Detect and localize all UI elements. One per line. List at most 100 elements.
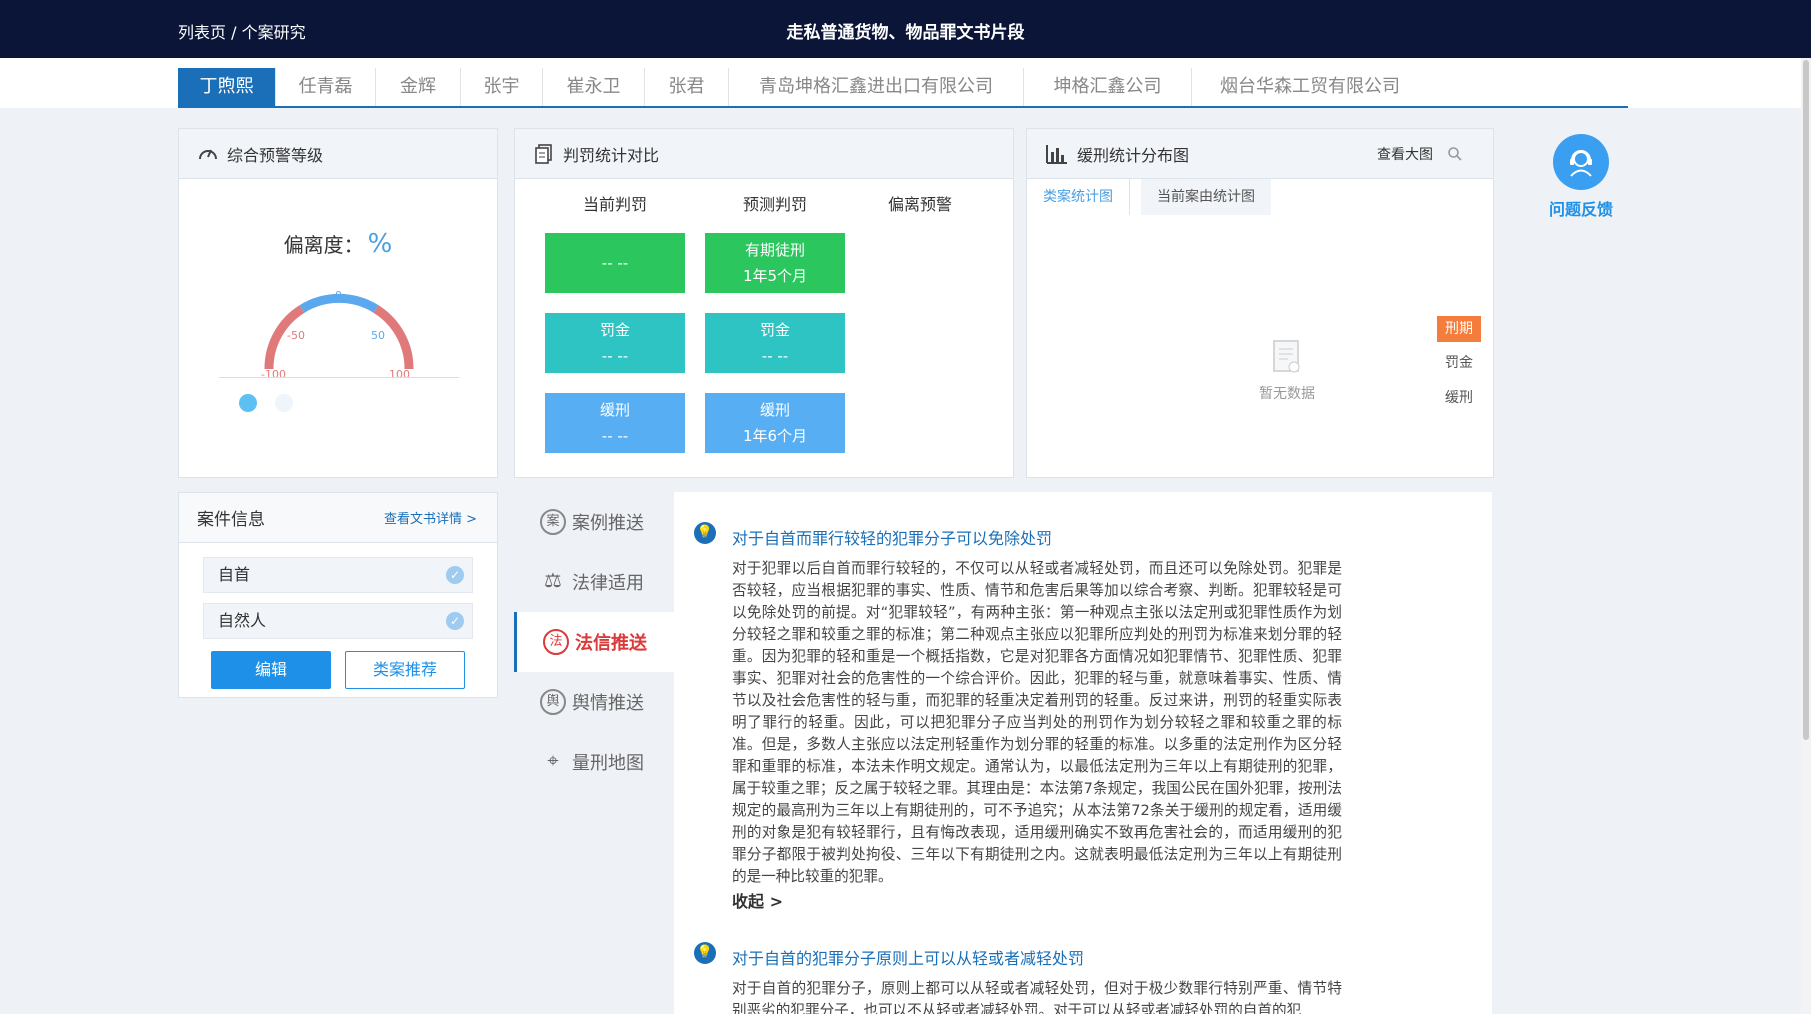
case-icon: 案 [540,509,566,535]
gauge-tick-label: 0 [335,289,342,302]
edit-button[interactable]: 编辑 [211,651,331,689]
document-stack-icon [535,143,552,164]
speedometer-icon [199,149,217,159]
similar-case-recommend-button[interactable]: 类案推荐 [345,651,465,689]
article-body: 对于犯罪以后自首而罪行较轻的，不仅可以从轻或者减轻处罚，而且还可以免除处罚。犯罪… [732,560,1342,885]
nav-sentencing-map[interactable]: ⌖ 量刑地图 [514,732,674,792]
gauge-divider [219,377,459,378]
distribution-panel: 缓刑统计分布图 查看大图 类案统计图 当前案由统计图 暂无数据 刑期 罚金 缓刑 [1026,128,1494,478]
distribution-panel-title: 缓刑统计分布图 [1077,145,1190,165]
empty-document-icon [1273,340,1300,373]
party-tabs: 丁煦熙 任青磊 金辉 张宇 崔永卫 张君 青岛坤格汇鑫进出口有限公司 坤格汇鑫公… [178,68,1628,108]
lightbulb-icon: 💡 [694,522,716,544]
map-pin-icon: ⌖ [547,748,559,772]
nav-faxin-push[interactable]: 法法信推送 [514,612,674,672]
warning-panel-title: 综合预警等级 [227,145,324,165]
predicted-probation-label: 缓刑 [759,401,790,419]
nav-label: 法信推送 [575,633,647,654]
nav-case-push[interactable]: 案案例推送 [514,492,674,552]
predicted-prison-box: 有期徒刑 1年5个月 [705,233,845,293]
tab-similar-case-chart[interactable]: 类案统计图 [1027,179,1130,215]
distribution-panel-header: 缓刑统计分布图 查看大图 [1027,129,1493,179]
predicted-fine-box: 罚金 -- -- [705,313,845,373]
tab-party-1[interactable]: 丁煦熙 [178,68,276,106]
nav-label: 法律适用 [572,573,644,594]
party-tabs-strip: 丁煦熙 任青磊 金辉 张宇 崔永卫 张君 青岛坤格汇鑫进出口有限公司 坤格汇鑫公… [0,58,1811,108]
current-fine-label: 罚金 [599,321,630,339]
tab-party-6[interactable]: 张君 [645,68,729,106]
view-large-link[interactable]: 查看大图 [1377,144,1433,164]
case-tag-item[interactable]: 自首 ✓ [203,557,473,593]
feedback-label[interactable]: 问题反馈 [1548,196,1614,220]
article-title[interactable]: 对于自首而罪行较轻的犯罪分子可以免除处罚 [732,525,1052,549]
carousel-dot[interactable] [275,394,293,412]
tab-party-2[interactable]: 任青磊 [276,68,376,106]
predicted-probation-value: 1年6个月 [742,427,808,445]
view-document-link[interactable]: 查看文书详情 > [384,508,477,527]
warning-panel-header: 综合预警等级 [179,129,497,179]
column-current-header: 当前判罚 [582,195,647,214]
article-body: 对于自首的犯罪分子，原则上都可以从轻或者减轻处罚，但对于极少数罪行特别严重、情节… [732,980,1342,1014]
compare-panel-header: 判罚统计对比 [515,129,1013,179]
predicted-fine-label: 罚金 [759,321,790,339]
lightbulb-icon: 💡 [694,942,716,964]
deviation-readout: 偏离度：% [179,229,497,259]
nav-public-opinion[interactable]: 舆舆情推送 [514,672,674,732]
push-side-nav: 案案例推送 ⚖ 法律适用 法法信推送 舆舆情推送 ⌖ 量刑地图 [514,492,674,1014]
deviation-value: % [367,229,393,259]
legend-probation[interactable]: 缓刑 [1437,385,1481,411]
predicted-fine-value: -- -- [761,347,789,365]
tab-party-3[interactable]: 金辉 [376,68,461,106]
customer-service-icon[interactable] [1553,134,1609,190]
check-icon: ✓ [446,612,464,630]
current-prison-box: -- -- [545,233,685,293]
case-tag-label: 自首 [218,565,251,584]
tab-party-5[interactable]: 崔永卫 [543,68,645,106]
tab-party-8[interactable]: 坤格汇鑫公司 [1024,68,1192,106]
top-bar: 列表页 / 个案研究 走私普通货物、物品罪文书片段 [0,0,1811,58]
predicted-prison-value: 1年5个月 [742,267,808,285]
case-info-panel: 案件信息 查看文书详情 > 自首 ✓ 自然人 ✓ 编辑 类案推荐 [178,492,498,698]
deviation-gauge: -100 -50 0 50 100 [261,289,414,379]
collapse-link[interactable]: 收起 > [732,888,783,912]
current-fine-box: 罚金 -- -- [545,313,685,373]
case-info-title: 案件信息 [197,510,265,530]
column-predicted-header: 预测判罚 [742,195,807,214]
law-icon: 法 [543,629,569,655]
tab-party-4[interactable]: 张宇 [461,68,543,106]
case-tag-item[interactable]: 自然人 ✓ [203,603,473,639]
current-fine-value: -- -- [601,347,629,365]
carousel-dot-active[interactable] [239,394,257,412]
check-icon: ✓ [446,566,464,584]
bar-chart-icon [1046,144,1067,164]
search-icon[interactable] [1447,146,1463,162]
tab-party-7[interactable]: 青岛坤格汇鑫进出口有限公司 [729,68,1024,106]
gauge-tick-label: -50 [287,329,305,342]
legend-fine[interactable]: 罚金 [1437,350,1481,376]
current-probation-value: -- -- [601,427,629,445]
article-title[interactable]: 对于自首的犯罪分子原则上可以从轻或者减轻处罚 [732,945,1084,969]
tab-party-9[interactable]: 烟台华森工贸有限公司 [1192,68,1428,106]
current-probation-box: 缓刑 -- -- [545,393,685,453]
case-info-header: 案件信息 查看文书详情 > [179,493,497,543]
gauge-tick-label: 50 [371,329,385,342]
warning-panel: 综合预警等级 偏离度：% -100 -50 0 50 100 [178,128,498,478]
nav-label: 量刑地图 [572,753,644,774]
compare-panel: 判罚统计对比 当前判罚 预测判罚 偏离预警 -- -- 有期徒刑 1年5个月 罚金… [514,128,1014,478]
nav-label: 舆情推送 [572,693,644,714]
opinion-icon: 舆 [540,689,566,715]
predicted-probation-box: 缓刑 1年6个月 [705,393,845,453]
tab-current-cause-chart[interactable]: 当前案由统计图 [1141,179,1271,215]
legend-prison[interactable]: 刑期 [1437,316,1481,342]
predicted-prison-label: 有期徒刑 [744,241,805,259]
case-tag-label: 自然人 [218,611,267,630]
compare-panel-title: 判罚统计对比 [563,145,660,165]
page-title: 走私普通货物、物品罪文书片段 [786,23,1025,43]
current-probation-label: 缓刑 [599,401,630,419]
no-data-text: 暂无数据 [1259,386,1315,402]
nav-label: 案例推送 [572,513,644,534]
page-scrollbar-thumb[interactable] [1803,60,1809,740]
scales-icon: ⚖ [544,568,562,592]
nav-law-application[interactable]: ⚖ 法律适用 [514,552,674,612]
feedback-widget[interactable]: 问题反馈 [1548,134,1614,220]
